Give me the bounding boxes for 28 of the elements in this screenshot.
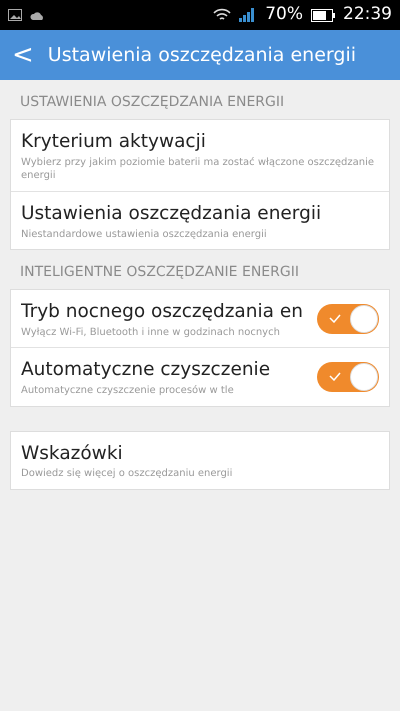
settings-item[interactable]: Wskazówki Dowiedz się więcej o oszczędzaniu energii	[11, 432, 389, 489]
gallery-icon	[8, 9, 22, 21]
item-description: Niestandardowe ustawienia oszczędzania energii	[21, 228, 268, 241]
section-heading: INTELIGENTNE OSZCZĘDZANIE ENERGII	[19, 263, 300, 282]
item-description: Wybierz przy jakim poziomie baterii ma zostać włączone oszczędzanie energii	[21, 156, 376, 183]
toggle-switch[interactable]	[317, 304, 379, 334]
wifi-icon	[213, 8, 232, 22]
item-title: Tryb nocnego oszczędzania en	[21, 300, 304, 324]
settings-item[interactable]: Tryb nocnego oszczędzania en Wyłącz Wi-Fi, Bluetooth i inne w godzinach nocnych	[11, 290, 389, 348]
clock-time: 22:39	[343, 3, 392, 26]
screen-title: Ustawienia oszczędzania energii	[48, 42, 356, 68]
item-title: Wskazówki	[21, 442, 124, 466]
weather-icon	[30, 10, 46, 20]
battery-icon	[311, 8, 335, 22]
settings-item[interactable]: Kryterium aktywacji Wybierz przy jakim poziomie baterii ma zostać włączone oszczędzanie energii	[11, 120, 389, 192]
item-title: Automatyczne czyszczenie	[21, 358, 272, 382]
item-description: Automatyczne czyszczenie procesów w tle	[21, 384, 235, 398]
toggle-switch[interactable]	[317, 362, 379, 392]
check-icon	[329, 314, 341, 323]
settings-item[interactable]: Ustawienia oszczędzania energii Niestandardowe ustawienia oszczędzania energii	[11, 192, 389, 249]
check-icon	[329, 372, 341, 381]
settings-item[interactable]: Automatyczne czyszczenie Automatyczne czyszczenie procesów w tle	[11, 348, 389, 406]
item-title: Ustawienia oszczędzania energii	[21, 202, 322, 226]
item-description: Wyłącz Wi-Fi, Bluetooth i inne w godzinach nocnych	[21, 326, 281, 340]
item-description: Dowiedz się więcej o oszczędzaniu energii	[21, 467, 234, 481]
battery-percent: 70%	[265, 3, 303, 26]
item-title: Kryterium aktywacji	[21, 130, 207, 154]
section-heading: USTAWIENIA OSZCZĘDZANIA ENERGII	[19, 93, 286, 112]
